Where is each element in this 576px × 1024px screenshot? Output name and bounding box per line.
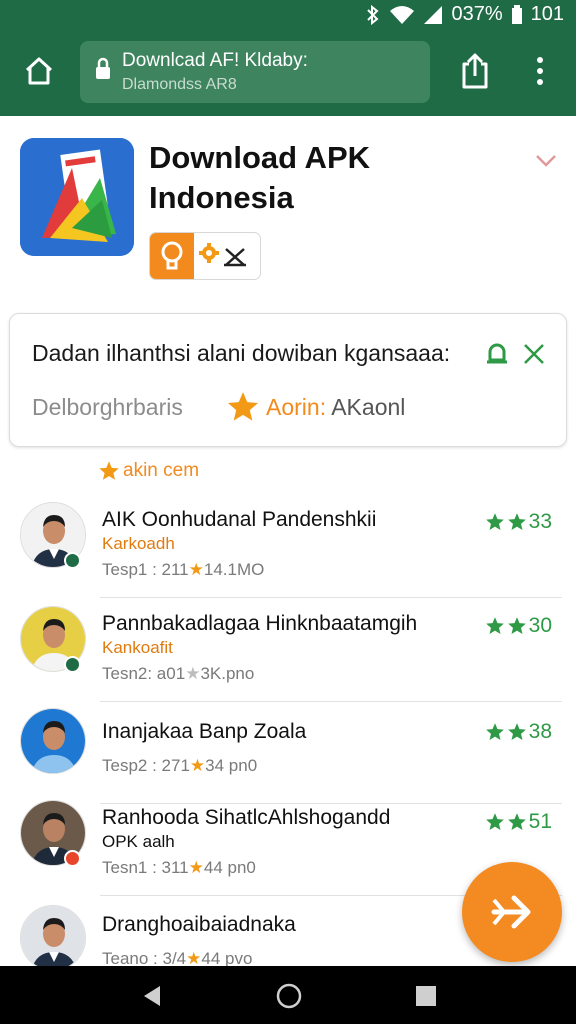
gear-icon[interactable]: [198, 242, 220, 264]
share-icon[interactable]: [458, 52, 492, 90]
system-nav-bar: [0, 966, 576, 1024]
meta-star-icon: ★: [188, 858, 204, 877]
list-item[interactable]: Inanjakaa Banp Zoala Tesp2 : 271★34 pn0 …: [0, 706, 576, 804]
list-item[interactable]: AIK Oonhudanal Pandenshkii Karkoadh Tesp…: [0, 500, 576, 598]
info-rating-label: Aorin:: [266, 394, 327, 420]
home-icon[interactable]: [22, 54, 56, 88]
recent-square-icon[interactable]: [414, 984, 438, 1008]
back-triangle-icon[interactable]: [140, 984, 164, 1008]
item-rating: 38: [485, 720, 552, 744]
send-fab-button[interactable]: [462, 862, 562, 962]
x-tool-icon[interactable]: [222, 245, 248, 269]
star-icon: [507, 723, 526, 740]
list-item[interactable]: Pannbakadlagaa Hinknbaatamgih Kankoafit …: [0, 604, 576, 702]
item-meta: Tesp1 : 211★14.1MO: [102, 560, 264, 580]
meta-star-icon: ★: [185, 664, 201, 683]
item-title: Ranhooda SihatlсAhlshogandd: [102, 806, 391, 829]
meta-suffix: 34 pn0: [205, 756, 258, 775]
info-rating: Aorin: AKaonl: [266, 394, 405, 421]
chevron-down-icon[interactable]: [534, 148, 558, 172]
rating-value: 30: [528, 614, 552, 637]
meta-star-icon: ★: [189, 756, 206, 775]
meta-suffix: 14.1MO: [203, 560, 265, 579]
avatar: [20, 708, 86, 774]
url-title: Downlcad AF! Kldaby:: [122, 50, 308, 71]
meta-prefix: Tesn1 : 311: [102, 858, 189, 877]
item-rating: 51: [485, 810, 552, 834]
close-icon[interactable]: [522, 342, 546, 366]
rating-value: 51: [528, 810, 552, 833]
item-title: Dranghoaibaiadnaka: [102, 913, 296, 936]
avatar: [20, 905, 86, 971]
item-meta: Tesn2: a01★3K.pno: [102, 664, 254, 684]
divider: [100, 701, 562, 702]
meta-suffix: 3K.pno: [200, 664, 255, 683]
star-icon: [507, 617, 526, 634]
section-label: akin cem: [123, 460, 200, 481]
status-badge: [64, 656, 81, 673]
lightbulb-icon[interactable]: [150, 233, 194, 279]
star-icon: [507, 813, 526, 830]
item-subtitle: OPK aalh: [102, 832, 175, 851]
meta-suffix: 44 pn0: [203, 858, 256, 877]
star-icon: [485, 513, 504, 530]
app-title: Download APK Indonesia: [149, 140, 371, 215]
item-rating: 30: [485, 614, 552, 638]
star-icon: [99, 461, 119, 480]
url-bar[interactable]: Downlcad AF! Kldaby: Dlamondss AR8: [80, 41, 430, 103]
meta-prefix: Tesn2: a01: [102, 664, 186, 683]
battery-icon: [511, 4, 522, 24]
apk-app-icon[interactable]: [20, 138, 134, 256]
item-subtitle: Karkoadh: [102, 534, 175, 553]
star-icon: [485, 813, 504, 830]
rating-value: 33: [528, 510, 552, 533]
item-meta: Tesn1 : 311★44 pn0: [102, 858, 256, 878]
item-subtitle: Kankoafit: [102, 638, 173, 657]
star-icon: [507, 513, 526, 530]
more-vert-icon[interactable]: [528, 54, 552, 88]
status-badge: [64, 552, 81, 569]
bell-icon[interactable]: [484, 340, 510, 368]
item-title: Pannbakadlagaa Hinknbaatamgih: [102, 612, 418, 635]
rating-value: 38: [528, 720, 552, 743]
send-arrow-icon: [491, 895, 531, 929]
lock-icon: [96, 57, 110, 79]
meta-prefix: Tesp1 : 211: [102, 560, 189, 579]
wifi-icon: [390, 5, 415, 24]
info-card: Dadan ilhanthsi alani dowiban kgansaaa: …: [9, 313, 567, 447]
info-subtext: Delborghrbaris: [32, 394, 183, 420]
status-bar: 037% 101: [0, 0, 576, 30]
info-rating-value: AKaonl: [331, 394, 406, 420]
browser-toolbar: Downlcad AF! Kldaby: Dlamondss AR8: [0, 30, 576, 116]
status-time: 101: [530, 3, 564, 25]
battery-percent: 037%: [451, 3, 503, 25]
signal-icon: [424, 5, 443, 24]
home-circle-icon[interactable]: [275, 982, 303, 1010]
star-icon: [485, 617, 504, 634]
status-badge: [64, 850, 81, 867]
item-title: Inanjakaa Banp Zoala: [102, 720, 307, 743]
status-icons: 037% 101: [365, 3, 564, 26]
bluetooth-icon: [367, 4, 379, 25]
app-action-pills: [149, 232, 261, 280]
meta-prefix: Tesp2 : 271: [102, 756, 190, 775]
item-meta: Tesp2 : 271★34 pn0: [102, 756, 257, 776]
item-title: AIK Oonhudanal Pandenshkii: [102, 508, 377, 531]
meta-star-icon: ★: [188, 560, 204, 579]
star-icon: [227, 392, 259, 421]
divider: [100, 597, 562, 598]
info-text: Dadan ilhanthsi alani dowiban kgansaaa:: [32, 340, 451, 366]
item-rating: 33: [485, 510, 552, 534]
url-subtitle: Dlamondss AR8: [122, 76, 237, 93]
star-icon: [485, 723, 504, 740]
